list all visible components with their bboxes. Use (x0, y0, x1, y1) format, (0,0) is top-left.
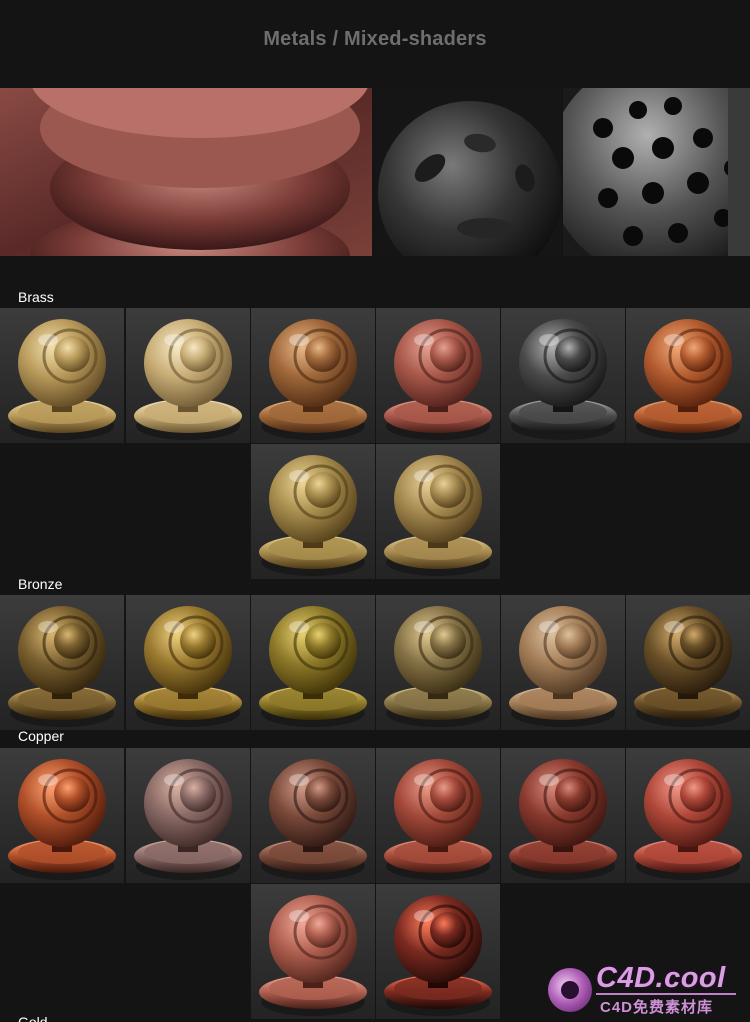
swatch-highlight (164, 334, 184, 346)
swatch-highlight (164, 621, 184, 633)
material-swatch-copper (0, 748, 124, 883)
watermark-subtitle: C4D免费素材库 (600, 999, 714, 1016)
swatch-inner-sphere (305, 776, 341, 812)
material-swatch-copper (376, 884, 500, 1019)
swatch-highlight (414, 334, 434, 346)
swatch-inner-sphere (54, 623, 90, 659)
swatch-inner-sphere (430, 472, 466, 508)
material-ball-render (259, 895, 367, 1016)
swatch-inner-sphere (180, 336, 216, 372)
material-swatch-copper (126, 748, 250, 883)
swatch-highlight (664, 621, 684, 633)
material-swatch-copper (501, 748, 625, 883)
swatch-highlight (289, 910, 309, 922)
swatch-inner-sphere (305, 336, 341, 372)
material-swatch-brass (251, 308, 375, 443)
swatch-highlight (38, 774, 58, 786)
material-ball-render (259, 606, 367, 727)
material-ball-render (509, 319, 617, 440)
material-swatch-copper (251, 748, 375, 883)
material-swatch-bronze (0, 595, 124, 730)
material-swatch-brass (251, 444, 375, 579)
swatch-highlight (38, 334, 58, 346)
swatch-highlight (539, 774, 559, 786)
swatch-highlight (414, 621, 434, 633)
material-swatch-brass (376, 308, 500, 443)
material-ball-render (259, 319, 367, 440)
material-ball-render (8, 759, 116, 880)
swatch-inner-sphere (680, 623, 716, 659)
swatch-highlight (289, 774, 309, 786)
swatch-highlight (414, 774, 434, 786)
swatch-highlight (164, 774, 184, 786)
swatch-highlight (539, 621, 559, 633)
material-swatch-brass (626, 308, 750, 443)
watermark-title: C4D.cool (596, 962, 726, 994)
material-ball-render (8, 319, 116, 440)
swatch-inner-sphere (430, 336, 466, 372)
swatch-inner-sphere (54, 776, 90, 812)
material-ball-render (634, 606, 742, 727)
material-ball-render (259, 455, 367, 576)
material-swatch-bronze (251, 595, 375, 730)
material-ball-render (634, 759, 742, 880)
material-swatch-brass (501, 308, 625, 443)
section-label-copper: Copper (18, 728, 64, 744)
swatch-highlight (414, 910, 434, 922)
swatch-inner-sphere (430, 776, 466, 812)
material-ball-render (384, 759, 492, 880)
swatch-highlight (289, 334, 309, 346)
material-ball-render (509, 759, 617, 880)
material-swatch-brass (126, 308, 250, 443)
section-label-bronze: Bronze (18, 576, 63, 592)
material-swatch-grid: Brass Bronze Copper (0, 0, 750, 1022)
swatch-highlight (414, 470, 434, 482)
material-ball-render (384, 319, 492, 440)
swatch-inner-sphere (305, 472, 341, 508)
material-ball-render (134, 606, 242, 727)
material-ball-render (634, 319, 742, 440)
material-ball-render (134, 319, 242, 440)
material-swatch-brass (0, 308, 124, 443)
material-ball-render (8, 606, 116, 727)
swatch-inner-sphere (430, 912, 466, 948)
material-swatch-bronze (376, 595, 500, 730)
swatch-inner-sphere (555, 623, 591, 659)
material-ball-render (134, 759, 242, 880)
swatch-inner-sphere (54, 336, 90, 372)
swatch-highlight (539, 334, 559, 346)
material-swatch-copper (626, 748, 750, 883)
material-ball-render (384, 455, 492, 576)
material-swatch-copper (376, 748, 500, 883)
material-swatch-bronze (626, 595, 750, 730)
material-ball-render (259, 759, 367, 880)
swatch-inner-sphere (180, 776, 216, 812)
section-label-partial: Gold (18, 1014, 48, 1022)
material-swatch-copper (251, 884, 375, 1019)
material-ball-render (384, 606, 492, 727)
swatch-inner-sphere (305, 623, 341, 659)
swatch-inner-sphere (680, 336, 716, 372)
swatch-highlight (664, 774, 684, 786)
swatch-inner-sphere (555, 776, 591, 812)
material-ball-render (384, 895, 492, 1016)
swatch-highlight (664, 334, 684, 346)
swatch-highlight (38, 621, 58, 633)
swatch-inner-sphere (180, 623, 216, 659)
material-ball-render (509, 606, 617, 727)
watermark-divider (596, 993, 736, 995)
swatch-inner-sphere (430, 623, 466, 659)
swatch-highlight (289, 621, 309, 633)
material-swatch-bronze (126, 595, 250, 730)
swatch-inner-sphere (305, 912, 341, 948)
watermark-logo: C4D.cool C4D免费素材库 (548, 962, 744, 1018)
section-label-brass: Brass (18, 289, 54, 305)
material-swatch-bronze (501, 595, 625, 730)
swatch-inner-sphere (555, 336, 591, 372)
swatch-highlight (289, 470, 309, 482)
swatch-inner-sphere (680, 776, 716, 812)
material-swatch-brass (376, 444, 500, 579)
watermark-logo-icon (548, 968, 592, 1012)
